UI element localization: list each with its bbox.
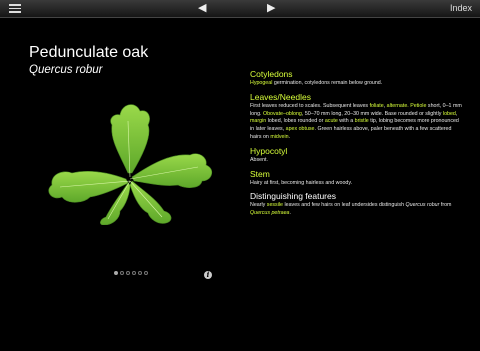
top-toolbar: ◀ ▶ Index: [0, 0, 480, 18]
index-button[interactable]: Index: [450, 3, 472, 13]
glossary-term[interactable]: bristle: [355, 118, 369, 124]
page-dot[interactable]: [138, 271, 142, 275]
section-leaves: Leaves/Needles First leaves reduced to s…: [250, 92, 462, 142]
seedling-image: [48, 104, 213, 225]
section-text: Nearly sessile leaves and few hairs on l…: [250, 202, 462, 218]
section-heading: Stem: [250, 168, 270, 179]
section-text: Absent.: [250, 156, 268, 163]
menu-icon[interactable]: [9, 4, 21, 13]
section-text: Hairy at first, becoming hairless and wo…: [250, 179, 353, 186]
text-fragment: germination, cotyledons remain below gro…: [273, 80, 383, 86]
text-fragment: leaves and few hairs on leaf undersides …: [284, 202, 405, 209]
text-fragment: .: [289, 210, 291, 217]
page-dot[interactable]: [132, 271, 136, 275]
section-heading: Distinguishing features: [250, 191, 336, 202]
page-dot[interactable]: [126, 271, 130, 275]
glossary-term[interactable]: foliate: [370, 103, 384, 109]
glossary-term[interactable]: sessile: [267, 202, 283, 208]
glossary-term[interactable]: Quercus petraea: [250, 210, 289, 216]
species-common-name: Pedunculate oak: [29, 44, 149, 61]
latin-name: Quercus robur: [405, 202, 440, 209]
section-text: Hypogeal germination, cotyledons remain …: [250, 80, 462, 88]
text-fragment: lobed, lobes rounded or: [267, 118, 324, 125]
text-fragment: .: [288, 133, 291, 140]
text-fragment: , 50–70 mm long, 20–30 mm wide. Base rou…: [301, 110, 442, 117]
section-hypocotyl: Hypocotyl Absent.: [250, 146, 462, 165]
section-heading: Hypocotyl: [250, 145, 288, 156]
section-stem: Stem Hairy at first, becoming hairless a…: [250, 169, 462, 188]
section-heading: Leaves/Needles: [250, 91, 311, 102]
next-arrow-icon[interactable]: ▶: [267, 2, 275, 15]
section-distinguishing-features: Distinguishing features Nearly sessile l…: [250, 191, 462, 218]
text-fragment: Nearly: [250, 202, 266, 209]
glossary-term[interactable]: midvein: [270, 134, 288, 140]
page-dot[interactable]: [144, 271, 148, 275]
glossary-term[interactable]: lobed: [443, 111, 456, 117]
section-text: First leaves reduced to scales. Subseque…: [250, 102, 462, 140]
page-indicator: [114, 271, 148, 275]
text-fragment: ,: [455, 110, 458, 117]
page-dot[interactable]: [114, 271, 118, 275]
glossary-term[interactable]: apex obtuse: [286, 126, 315, 132]
page-dot[interactable]: [120, 271, 124, 275]
section-heading: Cotyledons: [250, 69, 293, 79]
section-cotyledons: Cotyledons Hypogeal germination, cotyled…: [250, 69, 462, 88]
glossary-term[interactable]: alternate.: [387, 103, 409, 109]
glossary-term[interactable]: Petiole: [410, 103, 426, 109]
previous-arrow-icon[interactable]: ◀: [198, 2, 206, 15]
text-fragment: from: [440, 202, 452, 209]
info-icon[interactable]: i: [204, 271, 212, 279]
glossary-term[interactable]: margin: [250, 118, 266, 124]
text-fragment: with a: [339, 118, 354, 125]
species-latin-name: Quercus robur: [29, 64, 103, 76]
glossary-term[interactable]: acute: [325, 118, 338, 124]
glossary-term[interactable]: Hypogeal: [250, 80, 272, 86]
glossary-term[interactable]: Obovate–oblong: [263, 111, 302, 117]
description-panel: Cotyledons Hypogeal germination, cotyled…: [250, 69, 462, 222]
text-fragment: First leaves reduced to scales. Subseque…: [250, 102, 369, 109]
